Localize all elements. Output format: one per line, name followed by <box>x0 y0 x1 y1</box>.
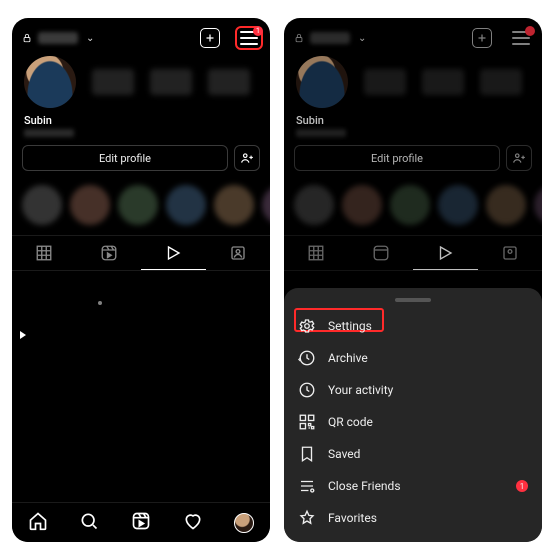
menu-archive[interactable]: Archive <box>284 342 542 374</box>
bottom-nav <box>12 502 270 542</box>
nav-profile[interactable] <box>234 513 254 533</box>
bio-blurred <box>24 129 74 137</box>
name-block: Subin <box>12 114 270 141</box>
lock-icon <box>294 32 304 44</box>
phone-right: ⌄ Subin Edit profile <box>284 18 542 542</box>
profile-name: Subin <box>24 114 258 127</box>
menu-saved[interactable]: Saved <box>284 438 542 470</box>
chevron-down-icon[interactable]: ⌄ <box>86 33 94 44</box>
sheet-grabber[interactable] <box>395 298 431 302</box>
name-block: Subin <box>284 114 542 141</box>
tab-play[interactable] <box>413 236 478 270</box>
menu-sheet: Settings Archive Your activity QR code S… <box>284 288 542 542</box>
tab-reels[interactable] <box>349 236 414 270</box>
saved-icon <box>298 445 316 463</box>
stats-blurred <box>84 69 258 95</box>
menu-settings[interactable]: Settings <box>284 310 542 342</box>
menu-badge: 1 <box>253 26 263 36</box>
nav-search[interactable] <box>79 511 99 534</box>
profile-header <box>12 54 270 114</box>
lock-icon <box>22 32 32 44</box>
tab-grid[interactable] <box>284 236 349 270</box>
create-button[interactable] <box>472 28 492 48</box>
nav-home[interactable] <box>28 511 48 534</box>
username-blurred <box>38 32 78 44</box>
activity-icon <box>298 381 316 399</box>
menu-favorites[interactable]: Favorites <box>284 502 542 534</box>
top-bar: ⌄ 1 <box>12 18 270 54</box>
menu-covid[interactable]: COVID-19 Information Center <box>284 534 542 542</box>
settings-icon <box>298 317 316 335</box>
closefriends-icon <box>298 477 316 495</box>
top-bar: ⌄ <box>284 18 542 54</box>
tab-reels[interactable] <box>77 236 142 270</box>
profile-tabs <box>12 235 270 271</box>
edit-profile-button[interactable]: Edit profile <box>22 145 228 171</box>
nav-activity[interactable] <box>183 511 203 534</box>
tab-tagged[interactable] <box>206 236 271 270</box>
stats-blurred <box>356 69 530 95</box>
menu-button[interactable]: 1 <box>238 29 260 47</box>
menu-activity[interactable]: Your activity <box>284 374 542 406</box>
tab-grid[interactable] <box>12 236 77 270</box>
phone-left: ⌄ 1 Subin Edit profile <box>12 18 270 542</box>
menu-badge <box>525 26 535 36</box>
bio-blurred <box>296 129 346 137</box>
username-blurred <box>310 32 350 44</box>
play-icon <box>20 331 26 339</box>
discover-people-button[interactable] <box>234 145 260 171</box>
story-highlights[interactable] <box>284 179 542 235</box>
nav-reels[interactable] <box>131 511 151 534</box>
qr-icon <box>298 413 316 431</box>
avatar[interactable] <box>24 56 76 108</box>
menu-label: Your activity <box>328 383 393 397</box>
menu-label: Close Friends <box>328 479 401 493</box>
favorites-icon <box>298 509 316 527</box>
menu-label: Favorites <box>328 511 377 525</box>
menu-label: Settings <box>328 319 372 333</box>
chevron-down-icon[interactable]: ⌄ <box>358 33 366 44</box>
menu-label: QR code <box>328 415 373 429</box>
close-friends-badge: 1 <box>516 480 528 492</box>
discover-people-button[interactable] <box>506 145 532 171</box>
menu-close-friends[interactable]: Close Friends 1 <box>284 470 542 502</box>
content-area <box>12 271 270 451</box>
menu-label: Archive <box>328 351 368 365</box>
archive-icon <box>298 349 316 367</box>
profile-name: Subin <box>296 114 530 127</box>
avatar[interactable] <box>296 56 348 108</box>
story-highlights[interactable] <box>12 179 270 235</box>
profile-tabs <box>284 235 542 271</box>
edit-profile-button[interactable]: Edit profile <box>294 145 500 171</box>
tab-tagged[interactable] <box>478 236 543 270</box>
create-button[interactable] <box>200 28 220 48</box>
menu-button[interactable] <box>510 29 532 47</box>
menu-label: Saved <box>328 447 360 461</box>
covid-icon <box>298 541 316 542</box>
menu-qr[interactable]: QR code <box>284 406 542 438</box>
profile-header <box>284 54 542 114</box>
tab-play[interactable] <box>141 236 206 270</box>
